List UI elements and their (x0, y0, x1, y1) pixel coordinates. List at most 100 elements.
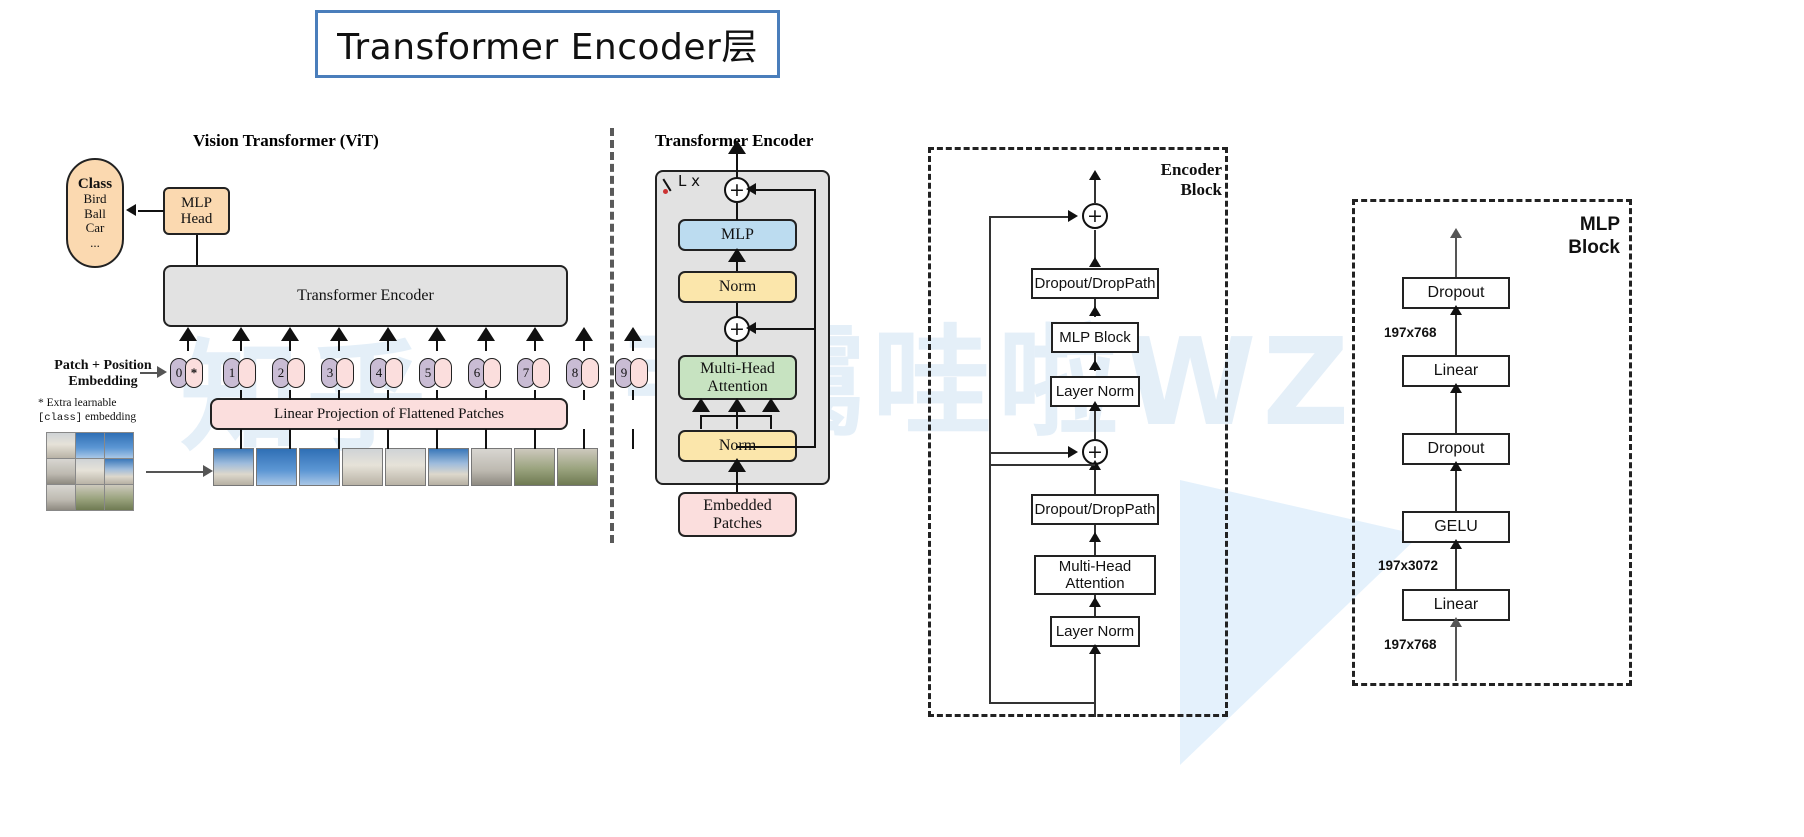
arrow-left-icon (746, 322, 756, 334)
mlp-block-title-line2: Block (1568, 236, 1620, 258)
mlp-head-label-line2: Head (180, 211, 213, 227)
arrow-left-icon (126, 204, 136, 216)
arrow-up-icon (330, 327, 348, 341)
eb-skip-bottom-join (989, 702, 1095, 704)
te-residual-bottom-h (736, 446, 814, 448)
arrow-up-icon (1089, 644, 1101, 654)
arrow-up-icon (1450, 383, 1462, 393)
class-item-ellipsis: ... (90, 234, 100, 250)
te-mha-input-right (770, 415, 772, 429)
mlp-head-label-line1: MLP (181, 194, 212, 211)
embedding-token: 0 * (170, 358, 203, 388)
projection-to-patch-line (485, 429, 487, 449)
token-to-projection-line (632, 390, 634, 400)
pp-label-line1: Patch + Position (54, 358, 152, 373)
source-image-grid (46, 432, 134, 511)
token-patch-slot (434, 358, 452, 388)
arrow-up-icon (477, 327, 495, 341)
te-residual-top-h (751, 189, 816, 191)
eb-conn-ln1-add2 (1094, 407, 1096, 439)
repeat-count-label: L x (678, 172, 701, 190)
vit-heading: Vision Transformer (ViT) (193, 131, 379, 150)
token-to-projection-line (338, 390, 340, 400)
encoder-block-title-line2: Block (1180, 179, 1222, 199)
arrow-up-icon (1089, 306, 1101, 316)
embedding-token: 9 (615, 358, 648, 388)
arrow-up-icon (1089, 170, 1101, 180)
patch-image (471, 448, 512, 486)
eb-skip-bottom-v (989, 452, 991, 704)
mb-conn-lin2-gelu (1455, 543, 1457, 589)
token-to-projection-line (485, 390, 487, 400)
eb-skip-top-v (989, 216, 991, 466)
eb-input-line (1094, 647, 1096, 717)
embedding-token: 3 (321, 358, 354, 388)
class-item-bird: Bird (83, 191, 107, 207)
connector-encoder-mlphead (196, 235, 198, 265)
embedding-token: 1 (223, 358, 256, 388)
te-conn-add-mha (736, 342, 738, 356)
arrow-right-icon (157, 366, 167, 378)
arrow-up-icon (428, 327, 446, 341)
projection-to-patch-line (240, 429, 242, 449)
class-output-pill: Class Bird Ball Car ... (66, 158, 124, 268)
source-patch (104, 484, 134, 511)
embedded-patches-line1: Embedded (703, 496, 772, 514)
mb-dim-label-bottom: 197x768 (1384, 637, 1437, 652)
token-patch-slot (336, 358, 354, 388)
arrow-up-icon (1450, 305, 1462, 315)
te-mha-input-left (700, 415, 702, 429)
projection-to-patch-line (436, 429, 438, 449)
embedding-token: 7 (517, 358, 550, 388)
eb-dropout-droppath-top: Dropout/DropPath (1031, 268, 1159, 299)
te-mlp-box: MLP (678, 219, 797, 251)
arrow-up-icon (692, 398, 710, 412)
arrow-up-icon (281, 327, 299, 341)
token-to-projection-line (240, 390, 242, 400)
projection-to-patch-line (387, 429, 389, 449)
source-patch (75, 484, 105, 511)
connector-embedding-arrow (140, 372, 158, 374)
source-patch (104, 458, 134, 485)
patch-image (514, 448, 555, 486)
arrow-left-icon (746, 183, 756, 195)
token-patch-slot: * (185, 358, 203, 388)
mb-conn-lin1-drop1 (1455, 309, 1457, 355)
arrow-up-icon (624, 327, 642, 341)
embedding-token: 2 (272, 358, 305, 388)
te-multihead-attention-box: Multi-Head Attention (678, 355, 797, 400)
patch-image (428, 448, 469, 486)
te-residual-top-h2 (751, 328, 816, 330)
eb-skip-bottom-h (989, 452, 1069, 454)
panel-divider (610, 128, 614, 543)
extra-note-line1: * Extra learnable (38, 397, 117, 409)
source-patch (75, 432, 105, 459)
patch-image (256, 448, 297, 486)
arrow-up-icon (575, 327, 593, 341)
class-item-car: Car (85, 220, 105, 236)
te-mha-line1: Multi-Head (700, 359, 775, 377)
token-patch-slot (287, 358, 305, 388)
source-patch (46, 458, 76, 485)
encoder-block-title: Encoder Block (1130, 160, 1222, 199)
class-item-ball: Ball (84, 205, 106, 221)
arrow-up-icon (1450, 461, 1462, 471)
patch-image (557, 448, 598, 486)
arrow-up-icon (232, 327, 250, 341)
source-patch (46, 432, 76, 459)
vit-transformer-encoder-box: Transformer Encoder (163, 265, 568, 327)
te-residual-top-v (814, 189, 816, 329)
token-to-projection-line (289, 390, 291, 400)
connector-image-to-patches (146, 471, 204, 473)
arrow-up-icon (379, 327, 397, 341)
arrow-up-icon (728, 398, 746, 412)
projection-to-patch-line (338, 429, 340, 449)
patch-image (213, 448, 254, 486)
arrow-up-icon (1089, 360, 1101, 370)
arrow-up-icon (179, 327, 197, 341)
token-patch-slot (385, 358, 403, 388)
mb-output-line (1455, 234, 1457, 277)
token-patch-slot (581, 358, 599, 388)
eb-mha-line1: Multi-Head (1058, 557, 1132, 575)
projection-to-patch-line (534, 429, 536, 449)
